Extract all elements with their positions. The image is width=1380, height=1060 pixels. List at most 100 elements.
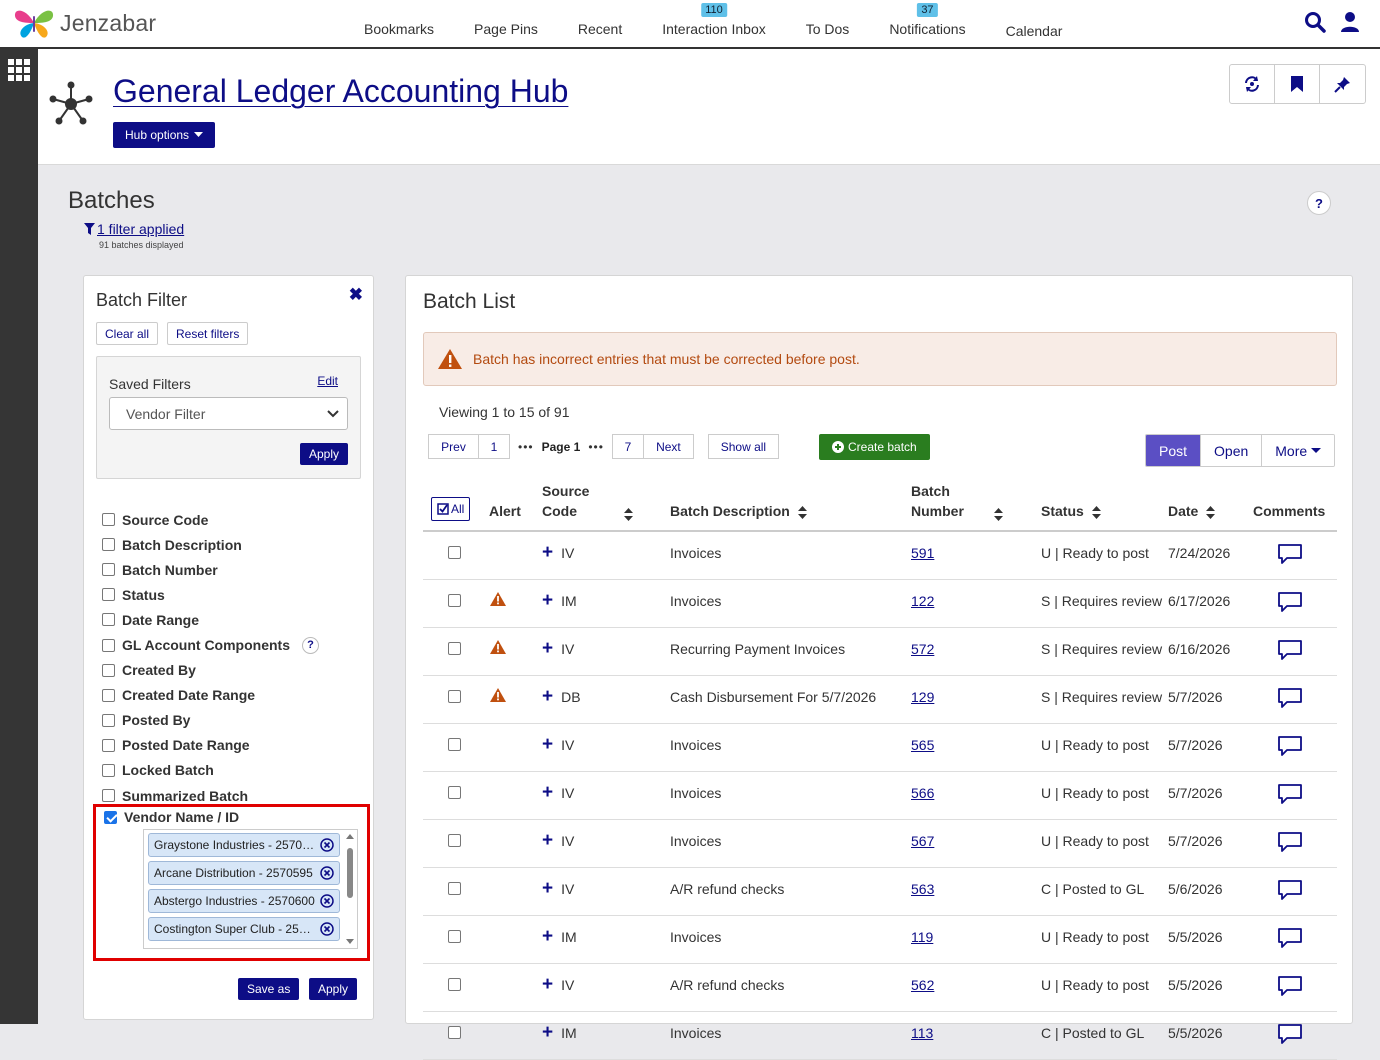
comment-icon[interactable] — [1277, 1023, 1303, 1045]
filter-created-date-range[interactable]: Created Date Range — [102, 683, 319, 708]
row-checkbox[interactable] — [448, 930, 461, 943]
nav-to-dos[interactable]: To Dos — [786, 0, 870, 47]
vendor-tag-list[interactable]: Graystone Industries - 2570… Arcane Dist… — [143, 829, 358, 949]
last-page-button[interactable]: 7 — [611, 434, 644, 459]
nav-notifications[interactable]: 37 Notifications — [869, 0, 985, 47]
comment-icon[interactable] — [1277, 639, 1303, 661]
view-open-tab[interactable]: Open — [1201, 435, 1263, 466]
comment-icon[interactable] — [1277, 975, 1303, 997]
expand-plus-icon[interactable]: + — [542, 734, 553, 755]
row-checkbox[interactable] — [448, 546, 461, 559]
comment-icon[interactable] — [1277, 543, 1303, 565]
comment-icon[interactable] — [1277, 831, 1303, 853]
nav-interaction-inbox[interactable]: 110 Interaction Inbox — [642, 0, 786, 47]
page-title[interactable]: General Ledger Accounting Hub — [113, 73, 568, 110]
scroll-up-icon[interactable] — [345, 832, 355, 840]
batch-number-link[interactable]: 129 — [911, 689, 934, 705]
next-page-button[interactable]: Next — [643, 434, 694, 459]
expand-plus-icon[interactable]: + — [542, 590, 553, 611]
remove-tag-icon[interactable] — [320, 866, 334, 880]
comment-icon[interactable] — [1277, 879, 1303, 901]
hub-options-button[interactable]: Hub options — [113, 122, 216, 148]
help-icon[interactable]: ? — [302, 636, 319, 654]
row-checkbox[interactable] — [448, 642, 461, 655]
row-checkbox[interactable] — [448, 834, 461, 847]
filter-status[interactable]: Status — [102, 582, 319, 607]
filter-posted-date-range[interactable]: Posted Date Range — [102, 733, 319, 758]
filter-posted-by[interactable]: Posted By — [102, 708, 319, 733]
checkbox[interactable] — [102, 713, 115, 727]
status-column-header[interactable]: Status — [1041, 481, 1168, 532]
expand-plus-icon[interactable]: + — [542, 926, 553, 947]
edit-saved-filters-link[interactable]: Edit — [317, 374, 338, 388]
view-more-tab[interactable]: More — [1262, 435, 1335, 466]
row-checkbox[interactable] — [448, 594, 461, 607]
comment-icon[interactable] — [1277, 735, 1303, 757]
expand-plus-icon[interactable]: + — [542, 878, 553, 899]
apply-filter-button[interactable]: Apply — [309, 978, 358, 1000]
search-icon[interactable] — [1304, 11, 1326, 33]
filter-created-by[interactable]: Created By — [102, 658, 319, 683]
batch-number-link[interactable]: 566 — [911, 785, 934, 801]
expand-plus-icon[interactable]: + — [542, 974, 553, 995]
remove-tag-icon[interactable] — [320, 922, 334, 936]
batch-number-link[interactable]: 567 — [911, 833, 934, 849]
create-batch-button[interactable]: Create batch — [819, 434, 930, 460]
filter-vendor-name-id[interactable]: Vendor Name / ID — [104, 809, 239, 825]
filter-applied-link[interactable]: 1 filter applied — [84, 221, 184, 237]
batch-number-link[interactable]: 113 — [911, 1025, 933, 1041]
batch-number-link[interactable]: 122 — [911, 593, 934, 609]
help-button[interactable]: ? — [1307, 191, 1331, 215]
checkbox[interactable] — [102, 688, 115, 702]
checkbox-checked[interactable] — [104, 810, 117, 824]
source-code-column-header[interactable]: Source Code — [542, 481, 670, 532]
select-all-button[interactable]: All — [431, 497, 471, 521]
nav-bookmarks[interactable]: Bookmarks — [344, 0, 454, 47]
row-checkbox[interactable] — [448, 978, 461, 991]
saved-filter-select[interactable]: Vendor Filter — [109, 397, 348, 430]
checkbox[interactable] — [102, 763, 115, 777]
app-grid-icon[interactable] — [8, 59, 30, 81]
remove-tag-icon[interactable] — [320, 894, 334, 908]
prev-page-button[interactable]: Prev — [428, 434, 479, 459]
view-post-tab[interactable]: Post — [1146, 435, 1202, 466]
checkbox[interactable] — [102, 613, 115, 627]
checkbox[interactable] — [102, 663, 115, 677]
filter-source-code[interactable]: Source Code — [102, 507, 319, 532]
save-as-button[interactable]: Save as — [238, 978, 300, 1000]
tag-list-scrollbar[interactable] — [345, 832, 355, 946]
row-checkbox[interactable] — [448, 738, 461, 751]
batch-number-link[interactable]: 563 — [911, 881, 934, 897]
description-column-header[interactable]: Batch Description — [670, 481, 911, 532]
comment-icon[interactable] — [1277, 591, 1303, 613]
pin-tool[interactable] — [1320, 65, 1365, 103]
reset-filters-button[interactable]: Reset filters — [167, 322, 249, 345]
expand-plus-icon[interactable]: + — [542, 638, 553, 659]
apply-saved-filter-button[interactable]: Apply — [300, 443, 349, 465]
filter-gl-account-components[interactable]: GL Account Components? — [102, 632, 319, 657]
expand-plus-icon[interactable]: + — [542, 782, 553, 803]
checkbox[interactable] — [102, 538, 115, 552]
checkbox[interactable] — [102, 513, 115, 527]
batch-number-link[interactable]: 119 — [911, 929, 933, 945]
expand-plus-icon[interactable]: + — [542, 1022, 553, 1043]
user-icon[interactable] — [1340, 11, 1360, 33]
date-column-header[interactable]: Date — [1168, 481, 1253, 532]
filter-locked-batch[interactable]: Locked Batch — [102, 758, 319, 783]
scroll-down-icon[interactable] — [345, 938, 355, 946]
checkbox[interactable] — [102, 638, 115, 652]
refresh-tool[interactable] — [1230, 65, 1275, 103]
first-page-button[interactable]: 1 — [479, 434, 510, 459]
expand-plus-icon[interactable]: + — [542, 830, 553, 851]
jenzabar-logo[interactable]: Jenzabar — [12, 6, 156, 40]
checkbox[interactable] — [102, 789, 115, 803]
show-all-button[interactable]: Show all — [707, 434, 779, 459]
expand-plus-icon[interactable]: + — [542, 686, 553, 707]
comment-icon[interactable] — [1277, 783, 1303, 805]
batch-number-link[interactable]: 565 — [911, 737, 934, 753]
checkbox[interactable] — [102, 563, 115, 577]
filter-batch-description[interactable]: Batch Description — [102, 532, 319, 557]
comment-icon[interactable] — [1277, 687, 1303, 709]
batch-number-column-header[interactable]: Batch Number — [911, 481, 1041, 532]
close-filter-icon[interactable]: ✖ — [349, 285, 363, 305]
